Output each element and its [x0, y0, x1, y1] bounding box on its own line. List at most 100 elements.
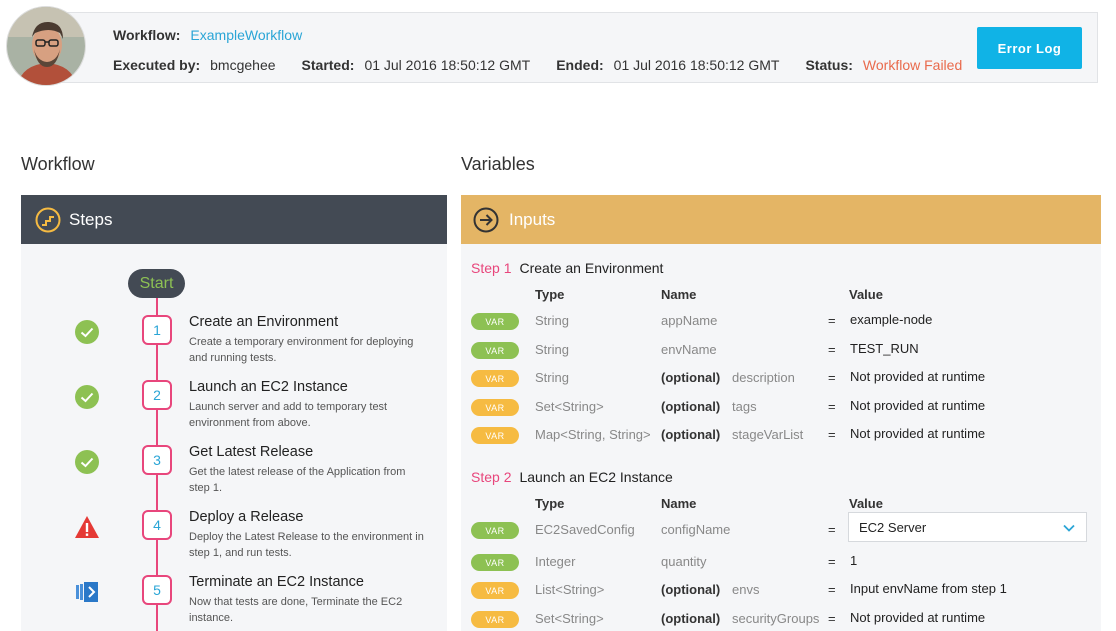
- step-description: Now that tests are done, Terminate the E…: [189, 596, 403, 624]
- execution-meta-row: Executed by: bmcgehee Started: 01 Jul 20…: [113, 57, 962, 73]
- var-badge: VAR: [471, 582, 519, 599]
- stairs-icon: [35, 207, 61, 232]
- variable-type: Set<String>: [535, 399, 604, 414]
- error-log-button[interactable]: Error Log: [977, 27, 1082, 69]
- variable-value: 1: [850, 553, 858, 568]
- variable-name: stageVarList: [732, 427, 804, 442]
- equals-sign: =: [828, 554, 836, 569]
- column-header-type: Type: [535, 496, 565, 511]
- variable-type: Map<String, String>: [535, 427, 651, 442]
- var-badge: VAR: [471, 522, 519, 539]
- variable-name: configName: [661, 522, 731, 537]
- variables-section-title: Variables: [461, 154, 535, 174]
- step-number: 4: [142, 510, 172, 540]
- arrow-right-circle-icon: [473, 207, 499, 232]
- variable-type: Integer: [535, 554, 576, 569]
- step-description: Launch server and add to temporary test …: [189, 401, 388, 429]
- step-item-4[interactable]: 4 Deploy a Release Deploy the Latest Rel…: [21, 509, 447, 569]
- equals-sign: =: [828, 370, 836, 385]
- optional-label: (optional): [661, 370, 721, 385]
- check-circle-icon: [75, 385, 99, 409]
- variable-type: String: [535, 313, 569, 328]
- variable-value: Not provided at runtime: [850, 426, 986, 441]
- variable-row: VAR Map<String, String> (optional) stage…: [461, 424, 1101, 452]
- step-title: Terminate an EC2 Instance: [189, 574, 364, 590]
- step-item-3[interactable]: 3 Get Latest Release Get the latest rele…: [21, 444, 447, 504]
- column-header-value: Value: [849, 496, 883, 511]
- variable-name: envs: [732, 582, 760, 597]
- step-item-1[interactable]: 1 Create an Environment Create a tempora…: [21, 314, 447, 374]
- terminate-instance-icon: [76, 582, 98, 602]
- started-label: Started:: [301, 57, 355, 73]
- column-header-name: Name: [661, 496, 697, 511]
- input-group-heading: Step 1 Create an Environment: [471, 260, 663, 276]
- variable-type: EC2SavedConfig: [535, 522, 635, 537]
- check-circle-icon: [75, 320, 99, 344]
- warning-triangle-icon: [75, 516, 99, 538]
- workflow-name-link[interactable]: ExampleWorkflow: [190, 27, 302, 43]
- variable-row: VAR String envName = TEST_RUN: [461, 339, 1101, 367]
- status-value: Workflow Failed: [862, 57, 963, 73]
- variable-name: appName: [661, 313, 718, 328]
- variable-row: VAR Set<String> (optional) tags = Not pr…: [461, 396, 1101, 424]
- input-group-step-title: Launch an EC2 Instance: [519, 469, 673, 485]
- select-value: EC2 Server: [859, 519, 927, 535]
- step-title: Create an Environment: [189, 314, 339, 330]
- variable-row: VAR List<String> (optional) envs = Input…: [461, 579, 1101, 607]
- step-number: 5: [142, 575, 172, 605]
- workflow-row: Workflow: ExampleWorkflow: [113, 27, 302, 43]
- steps-panel: Start 1 Create an Environment Create a t…: [21, 244, 447, 631]
- variable-name: envName: [661, 342, 717, 357]
- status-label: Status:: [805, 57, 853, 73]
- var-badge: VAR: [471, 313, 519, 330]
- var-badge: VAR: [471, 427, 519, 444]
- variable-value: TEST_RUN: [850, 341, 919, 356]
- workflow-label: Workflow:: [113, 27, 181, 43]
- optional-label: (optional): [661, 399, 721, 414]
- variable-value: Input envName from step 1: [850, 581, 1007, 596]
- variable-row: VAR Integer quantity = 1: [461, 551, 1101, 579]
- optional-label: (optional): [661, 427, 721, 442]
- steps-panel-header: Steps: [21, 195, 447, 244]
- ended-value: 01 Jul 2016 18:50:12 GMT: [613, 57, 780, 73]
- optional-label: (optional): [661, 582, 721, 597]
- step-number: 1: [142, 315, 172, 345]
- var-badge: VAR: [471, 611, 519, 628]
- variable-row: VAR String appName = example-node: [461, 310, 1101, 338]
- variable-type: String: [535, 342, 569, 357]
- execution-header: Workflow: ExampleWorkflow Executed by: b…: [46, 12, 1098, 83]
- inputs-header-label: Inputs: [509, 209, 556, 229]
- variable-type: List<String>: [535, 582, 605, 597]
- ended-label: Ended:: [556, 57, 604, 73]
- input-group-step-label: Step 1: [471, 260, 512, 276]
- equals-sign: =: [828, 582, 836, 597]
- input-group-step-title: Create an Environment: [519, 260, 664, 276]
- var-badge: VAR: [471, 370, 519, 387]
- column-header-type: Type: [535, 287, 565, 302]
- config-name-select[interactable]: EC2 Server: [848, 512, 1087, 542]
- variable-name: description: [732, 370, 795, 385]
- inputs-panel: Step 1 Create an Environment Type Name Va…: [461, 244, 1101, 631]
- chevron-down-icon: [1063, 524, 1075, 532]
- started-value: 01 Jul 2016 18:50:12 GMT: [364, 57, 531, 73]
- step-description: Get the latest release of the Applicatio…: [189, 466, 406, 494]
- step-description: Deploy the Latest Release to the environ…: [189, 531, 424, 559]
- equals-sign: =: [828, 427, 836, 442]
- equals-sign: =: [828, 342, 836, 357]
- start-node: Start: [128, 269, 185, 298]
- step-description: Create a temporary environment for deplo…: [189, 336, 414, 364]
- column-header-value: Value: [849, 287, 883, 302]
- step-item-5[interactable]: 5 Terminate an EC2 Instance Now that tes…: [21, 574, 447, 631]
- executed-by-value: bmcgehee: [210, 57, 276, 73]
- workflow-section-title: Workflow: [21, 154, 95, 174]
- step-item-2[interactable]: 2 Launch an EC2 Instance Launch server a…: [21, 379, 447, 439]
- variable-row: VAR String (optional) description = Not …: [461, 367, 1101, 395]
- equals-sign: =: [828, 522, 836, 537]
- step-title: Launch an EC2 Instance: [189, 379, 348, 395]
- equals-sign: =: [828, 399, 836, 414]
- var-badge: VAR: [471, 399, 519, 416]
- variable-type: String: [535, 370, 569, 385]
- equals-sign: =: [828, 313, 836, 328]
- variable-value: Not provided at runtime: [850, 369, 986, 384]
- step-number: 3: [142, 445, 172, 475]
